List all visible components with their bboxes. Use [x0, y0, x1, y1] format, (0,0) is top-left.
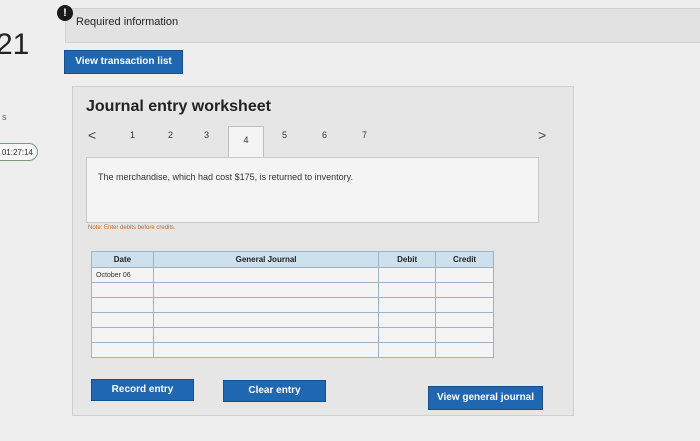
column-header-credit: Credit: [435, 251, 494, 268]
view-transaction-list-button[interactable]: View transaction list: [64, 50, 183, 74]
general-journal-cell[interactable]: [152, 327, 380, 343]
chevron-right-icon[interactable]: >: [538, 127, 546, 143]
tab-2[interactable]: 2: [168, 130, 173, 140]
timer: 01:27:14: [0, 143, 38, 161]
debit-cell[interactable]: [378, 327, 437, 343]
table-row: [91, 327, 494, 343]
worksheet-tabs: < 1 2 3 4 5 6 7 >: [86, 126, 556, 158]
general-journal-cell[interactable]: [152, 342, 380, 358]
credit-cell[interactable]: [435, 342, 494, 358]
column-header-date: Date: [91, 251, 154, 268]
entry-note: Note: Enter debits before credits.: [88, 225, 176, 231]
date-cell[interactable]: [91, 297, 154, 313]
debit-cell[interactable]: [378, 297, 437, 313]
debit-cell[interactable]: [378, 282, 437, 298]
tab-4[interactable]: 4: [228, 126, 264, 158]
general-journal-cell[interactable]: [152, 282, 380, 298]
table-row: [91, 297, 494, 313]
column-header-debit: Debit: [378, 251, 437, 268]
general-journal-cell[interactable]: [152, 297, 380, 313]
journal-table: Date General Journal Debit Credit Octobe…: [91, 251, 494, 358]
general-journal-cell[interactable]: [152, 312, 380, 328]
required-info-label: Required information: [76, 16, 179, 28]
record-entry-button[interactable]: Record entry: [91, 379, 194, 401]
question-number: 21: [0, 28, 30, 61]
column-header-general-journal: General Journal: [152, 251, 380, 268]
table-row: [91, 312, 494, 328]
table-row: [91, 342, 494, 358]
table-row: October 06: [91, 267, 494, 283]
worksheet-title: Journal entry worksheet: [86, 98, 271, 115]
tab-7[interactable]: 7: [362, 130, 367, 140]
general-journal-cell[interactable]: [152, 267, 380, 283]
transaction-description-box: The merchandise, which had cost $175, is…: [86, 157, 539, 223]
credit-cell[interactable]: [435, 312, 494, 328]
alert-icon: !: [57, 5, 73, 21]
debit-cell[interactable]: [378, 342, 437, 358]
debit-cell[interactable]: [378, 312, 437, 328]
credit-cell[interactable]: [435, 267, 494, 283]
required-info-banner[interactable]: Required information: [65, 8, 700, 43]
credit-cell[interactable]: [435, 327, 494, 343]
view-general-journal-button[interactable]: View general journal: [428, 386, 543, 410]
debit-cell[interactable]: [378, 267, 437, 283]
date-cell[interactable]: [91, 327, 154, 343]
clear-entry-button[interactable]: Clear entry: [223, 380, 326, 402]
credit-cell[interactable]: [435, 297, 494, 313]
tab-3[interactable]: 3: [204, 130, 209, 140]
table-header-row: Date General Journal Debit Credit: [91, 251, 494, 268]
tab-1[interactable]: 1: [130, 130, 135, 140]
chevron-left-icon[interactable]: <: [88, 127, 96, 143]
date-cell[interactable]: [91, 342, 154, 358]
date-cell[interactable]: [91, 312, 154, 328]
date-cell[interactable]: [91, 282, 154, 298]
credit-cell[interactable]: [435, 282, 494, 298]
table-row: [91, 282, 494, 298]
date-cell[interactable]: October 06: [91, 267, 154, 283]
tab-5[interactable]: 5: [282, 130, 287, 140]
tab-6[interactable]: 6: [322, 130, 327, 140]
transaction-description: The merchandise, which had cost $175, is…: [98, 172, 353, 182]
side-marker: s: [2, 112, 7, 122]
